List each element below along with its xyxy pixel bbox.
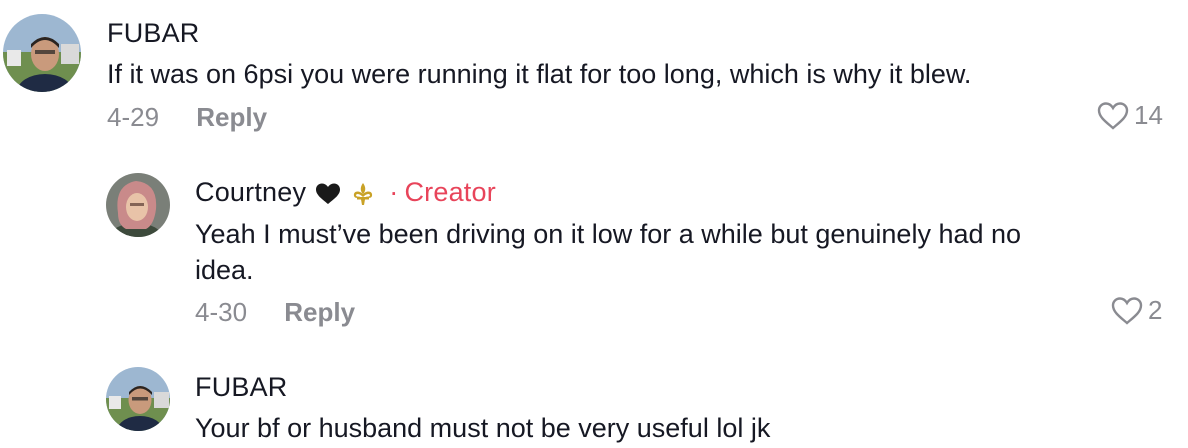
- comment-text-line: Yeah I must’ve been driving on it low fo…: [195, 219, 1022, 249]
- comment-meta: 4-29 Reply: [107, 102, 267, 133]
- avatar[interactable]: [106, 367, 170, 431]
- heart-outline-icon: [1097, 101, 1129, 130]
- black-heart-emoji: [315, 183, 340, 204]
- comment-text: If it was on 6psi you were running it fl…: [107, 59, 972, 89]
- comment-text: Yeah I must’ve been driving on it low fo…: [195, 216, 1021, 288]
- fleur-de-lis-emoji: [353, 182, 372, 205]
- like-button[interactable]: 14: [1096, 100, 1163, 131]
- comment-username[interactable]: FUBAR: [107, 18, 200, 49]
- comment-text-line: idea.: [195, 255, 254, 285]
- comment-text: Your bf or husband must not be very usef…: [195, 413, 771, 443]
- courtney-avatar-image: [106, 173, 170, 237]
- reply-button[interactable]: Reply: [196, 102, 267, 132]
- comment-date: 4-29: [107, 102, 160, 132]
- badge-separator: ·: [389, 177, 399, 207]
- creator-badge: Creator: [404, 177, 496, 207]
- comment-date: 4-30: [195, 297, 248, 327]
- heart-outline-icon: [1111, 296, 1143, 325]
- avatar[interactable]: [3, 14, 81, 92]
- comment-meta: 4-30 Reply: [195, 297, 355, 328]
- fubar-avatar-image: [106, 367, 170, 431]
- comment-username[interactable]: Courtney · Creator: [195, 177, 496, 208]
- fubar-avatar-image: [3, 14, 81, 92]
- reply-button[interactable]: Reply: [284, 297, 355, 327]
- like-count: 14: [1134, 100, 1163, 130]
- avatar[interactable]: [106, 173, 170, 237]
- comment-username[interactable]: FUBAR: [195, 372, 288, 403]
- like-button[interactable]: 2: [1110, 295, 1162, 326]
- like-count: 2: [1148, 295, 1163, 325]
